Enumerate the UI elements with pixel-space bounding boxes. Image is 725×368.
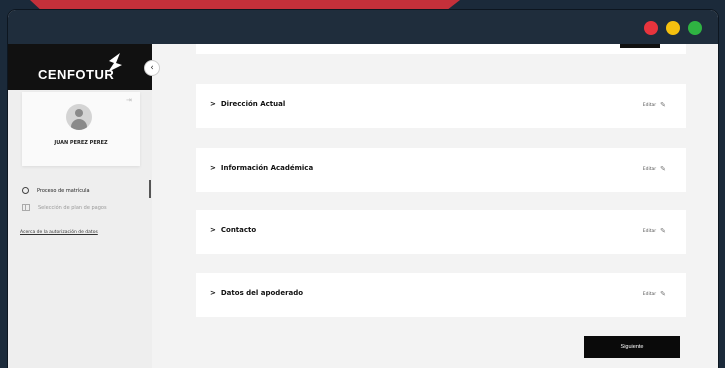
pencil-icon: ✎ <box>660 227 666 235</box>
previous-section-card <box>196 44 686 54</box>
sidebar-item-proceso-matricula[interactable]: Proceso de matrícula <box>22 187 90 194</box>
profile-card: ⇥ JUAN PEREZ PEREZ <box>22 92 140 166</box>
user-name: JUAN PEREZ PEREZ <box>54 140 108 146</box>
pencil-icon: ✎ <box>660 165 666 173</box>
chevron-right-icon: > <box>210 226 216 234</box>
brand-name: CENFOTUR <box>38 67 115 82</box>
chevron-right-icon: > <box>210 289 216 297</box>
brand-header: CENFOTUR <box>8 44 152 90</box>
maximize-window-button[interactable] <box>688 21 702 35</box>
section-title: Dirección Actual <box>220 100 286 108</box>
section-datos-apoderado[interactable]: > Datos del apoderado Editar ✎ <box>196 273 686 317</box>
main-content: > Dirección Actual Editar ✎ > Información A… <box>152 44 718 368</box>
edit-button[interactable]: Editar ✎ <box>643 101 666 109</box>
edit-button[interactable]: Editar ✎ <box>643 290 666 298</box>
window-titlebar <box>8 10 718 44</box>
cenfotur-logo-icon <box>108 53 122 72</box>
user-avatar-icon <box>66 104 92 130</box>
section-title: Información Académica <box>220 164 314 172</box>
section-title: Datos del apoderado <box>220 289 304 297</box>
active-indicator <box>149 180 151 198</box>
sidebar-item-plan-pagos[interactable]: Selección de plan de pagos <box>22 204 107 211</box>
section-informacion-academica[interactable]: > Información Académica Editar ✎ <box>196 148 686 192</box>
edit-button[interactable]: Editar ✎ <box>643 165 666 173</box>
sidebar: CENFOTUR ⇥ JUAN PEREZ PEREZ Proceso de m… <box>8 44 152 368</box>
table-icon <box>22 204 30 211</box>
minimize-window-button[interactable] <box>666 21 680 35</box>
section-title: Contacto <box>220 226 257 234</box>
logout-icon[interactable]: ⇥ <box>126 96 132 104</box>
privacy-authorization-link[interactable]: Acerca de la autorización de datos <box>20 230 98 235</box>
section-direccion-actual[interactable]: > Dirección Actual Editar ✎ <box>196 84 686 128</box>
chevron-right-icon: > <box>210 100 216 108</box>
section-contacto[interactable]: > Contacto Editar ✎ <box>196 210 686 254</box>
sidebar-item-label: Selección de plan de pagos <box>38 204 107 211</box>
circle-icon <box>22 187 29 194</box>
edit-button[interactable]: Editar ✎ <box>643 227 666 235</box>
browser-window: CENFOTUR ⇥ JUAN PEREZ PEREZ Proceso de m… <box>8 10 718 368</box>
next-button[interactable]: Siguiente <box>584 336 680 358</box>
chevron-left-icon[interactable]: ‹ <box>144 60 160 76</box>
sidebar-item-label: Proceso de matrícula <box>37 187 90 194</box>
pencil-icon: ✎ <box>660 101 666 109</box>
chevron-right-icon: > <box>210 164 216 172</box>
pencil-icon: ✎ <box>660 290 666 298</box>
close-window-button[interactable] <box>644 21 658 35</box>
